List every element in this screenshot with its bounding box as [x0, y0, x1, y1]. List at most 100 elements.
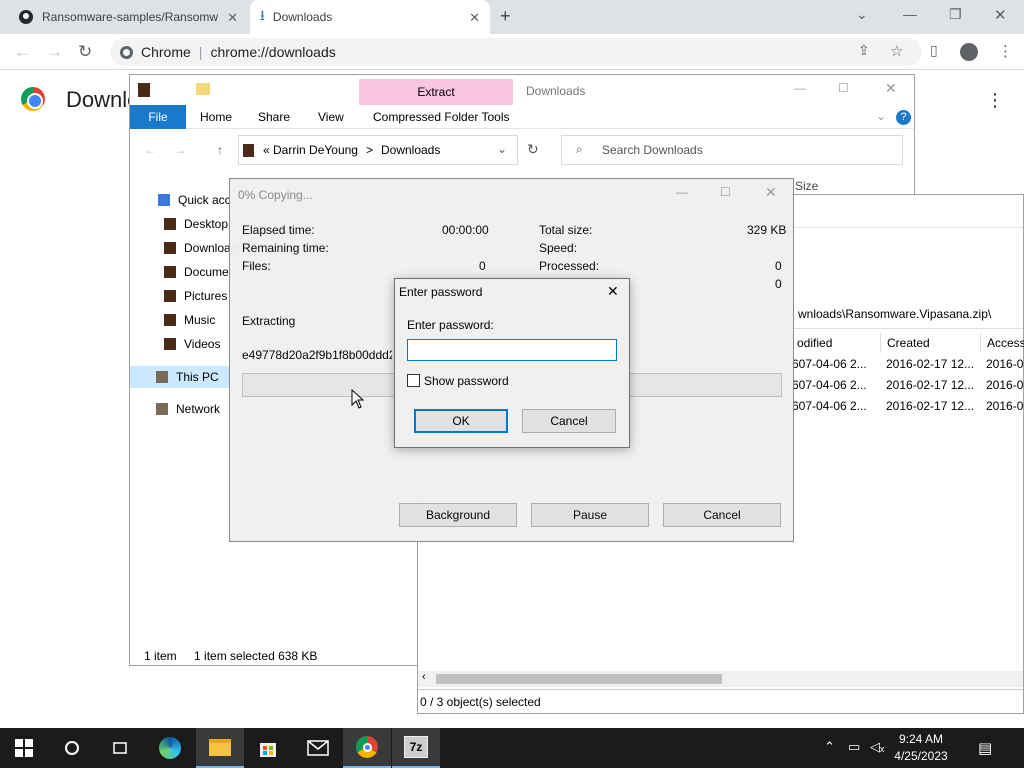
- restore-icon[interactable]: ❐: [949, 6, 962, 23]
- refresh-icon[interactable]: ↻: [527, 141, 539, 158]
- column-size[interactable]: Size: [795, 179, 818, 193]
- network-icon[interactable]: ▭: [848, 739, 860, 755]
- tab-home[interactable]: Home: [200, 105, 232, 129]
- minimize-icon[interactable]: —: [903, 6, 917, 22]
- tab-view[interactable]: View: [318, 105, 344, 129]
- clock-date: 4/25/2023: [894, 749, 948, 763]
- remaining-label: Remaining time:: [242, 241, 329, 255]
- cancel-button[interactable]: Cancel: [663, 503, 781, 527]
- maximize-icon[interactable]: ☐: [720, 185, 731, 199]
- share-icon[interactable]: ⇪: [858, 42, 870, 59]
- nav-videos[interactable]: Videos: [164, 333, 220, 355]
- extracting-file: e49778d20a2f9b1f8b00ddd24b6: [242, 348, 392, 362]
- explorer-status: 1 item 1 item selected 638 KB: [144, 649, 318, 663]
- explorer-search-input[interactable]: ⌕ Search Downloads: [561, 135, 903, 165]
- table-row[interactable]: 607-04-06 2... 2016-02-17 12... 2016-0: [790, 355, 1024, 375]
- total-size-value: 329 KB: [747, 223, 787, 237]
- close-icon[interactable]: ✕: [227, 10, 238, 26]
- back-icon[interactable]: ←: [14, 42, 31, 62]
- minimize-icon[interactable]: —: [794, 81, 806, 95]
- task-view-icon[interactable]: [96, 728, 144, 768]
- edge-icon[interactable]: [146, 728, 194, 768]
- horizontal-scrollbar[interactable]: ‹: [418, 671, 1023, 687]
- chevron-down-icon[interactable]: ⌄: [856, 6, 868, 23]
- explorer-address-bar[interactable]: « Darrin DeYoung > Downloads ⌄: [238, 135, 518, 165]
- profile-icon[interactable]: [960, 43, 978, 61]
- search-icon: ⌕: [576, 142, 583, 156]
- window-title: Downloads: [526, 84, 586, 98]
- close-icon[interactable]: ✕: [469, 10, 480, 26]
- tab-github[interactable]: Ransomware-samples/Ransomw ✕: [8, 0, 248, 34]
- extract-context-tab[interactable]: Extract: [359, 79, 513, 105]
- scrollbar-thumb[interactable]: [436, 674, 722, 684]
- close-icon[interactable]: ✕: [885, 80, 897, 97]
- chevron-left-icon[interactable]: ‹: [422, 671, 426, 683]
- windows-start-icon[interactable]: [0, 728, 48, 768]
- clock[interactable]: 9:24 AM 4/25/2023: [880, 731, 962, 765]
- address-part-user: Darrin DeYoung: [273, 143, 358, 157]
- nav-documents[interactable]: Documen: [164, 261, 235, 283]
- dialog-title: Enter password: [399, 285, 483, 299]
- chevron-up-icon[interactable]: ⌃: [824, 739, 835, 755]
- back-icon[interactable]: ←: [144, 143, 156, 157]
- column-modified[interactable]: odified: [790, 333, 880, 353]
- processed-label: Processed:: [539, 259, 600, 273]
- nav-desktop[interactable]: Desktop: [164, 213, 228, 235]
- column-created[interactable]: Created: [880, 333, 980, 353]
- column-accessed[interactable]: Access: [980, 333, 1024, 353]
- table-row[interactable]: 607-04-06 2... 2016-02-17 12... 2016-0: [790, 397, 1024, 417]
- tab-title: Downloads: [272, 10, 333, 24]
- chevron-down-icon[interactable]: ⌄: [876, 109, 886, 123]
- forward-icon[interactable]: →: [174, 143, 186, 157]
- help-icon[interactable]: ?: [896, 110, 911, 125]
- nav-this-pc[interactable]: This PC: [130, 366, 230, 388]
- tab-compressed-folder-tools[interactable]: Compressed Folder Tools: [373, 105, 510, 129]
- chrome-icon[interactable]: [343, 728, 391, 768]
- nav-quick-access[interactable]: Quick acc: [158, 189, 231, 211]
- address-bar[interactable]: Chrome | chrome://downloads: [110, 38, 922, 66]
- tab-share[interactable]: Share: [258, 105, 290, 129]
- file-explorer-icon[interactable]: [196, 728, 244, 768]
- files-label: Files:: [242, 259, 271, 273]
- ok-button[interactable]: OK: [414, 409, 508, 433]
- nav-network[interactable]: Network: [156, 398, 220, 420]
- mail-icon[interactable]: [294, 728, 342, 768]
- menu-icon[interactable]: ⋮: [998, 42, 1013, 60]
- pause-button[interactable]: Pause: [531, 503, 649, 527]
- star-icon[interactable]: ☆: [890, 42, 903, 60]
- close-icon[interactable]: ✕: [765, 184, 777, 201]
- taskbar: 7z ⌃ ▭ ◁ₓ 9:24 AM 4/25/2023 ▤: [0, 728, 1024, 768]
- new-tab-button[interactable]: +: [500, 6, 511, 27]
- close-icon[interactable]: ✕: [994, 6, 1007, 24]
- search-icon[interactable]: [48, 728, 96, 768]
- store-icon[interactable]: [244, 728, 292, 768]
- up-icon[interactable]: ↑: [217, 143, 223, 157]
- table-row[interactable]: 607-04-06 2... 2016-02-17 12... 2016-0: [790, 376, 1024, 396]
- nav-downloads[interactable]: Download: [164, 237, 237, 259]
- clock-time: 9:24 AM: [898, 732, 944, 746]
- background-button[interactable]: Background: [399, 503, 517, 527]
- tab-downloads[interactable]: ⭳ Downloads ✕: [250, 0, 490, 34]
- maximize-icon[interactable]: ☐: [838, 81, 849, 95]
- chevron-down-icon[interactable]: ⌄: [497, 142, 507, 156]
- reload-icon[interactable]: ↻: [78, 42, 92, 62]
- nav-pictures[interactable]: Pictures: [164, 285, 227, 307]
- show-password-checkbox[interactable]: [407, 374, 420, 387]
- nav-music[interactable]: Music: [164, 309, 215, 331]
- 7zip-path[interactable]: wnloads\Ransomware.Vipasana.zip\: [798, 307, 991, 321]
- 7zip-status: 0 / 3 object(s) selected: [418, 689, 1023, 713]
- cancel-button[interactable]: Cancel: [522, 409, 616, 433]
- chrome-icon: [120, 45, 133, 59]
- sidepanel-icon[interactable]: ▯: [930, 42, 938, 59]
- password-input[interactable]: [407, 339, 617, 361]
- more-icon[interactable]: ⋮: [986, 90, 1004, 111]
- show-password-label[interactable]: Show password: [424, 374, 509, 388]
- close-icon[interactable]: ✕: [607, 283, 619, 300]
- notification-icon[interactable]: ▤: [978, 739, 992, 757]
- ribbon: File Home Share View Compressed Folder T…: [130, 105, 914, 129]
- forward-icon[interactable]: →: [46, 42, 63, 62]
- github-icon: [19, 10, 33, 24]
- 7zip-icon[interactable]: 7z: [392, 728, 440, 768]
- tab-file[interactable]: File: [130, 105, 186, 129]
- minimize-icon[interactable]: —: [676, 185, 688, 199]
